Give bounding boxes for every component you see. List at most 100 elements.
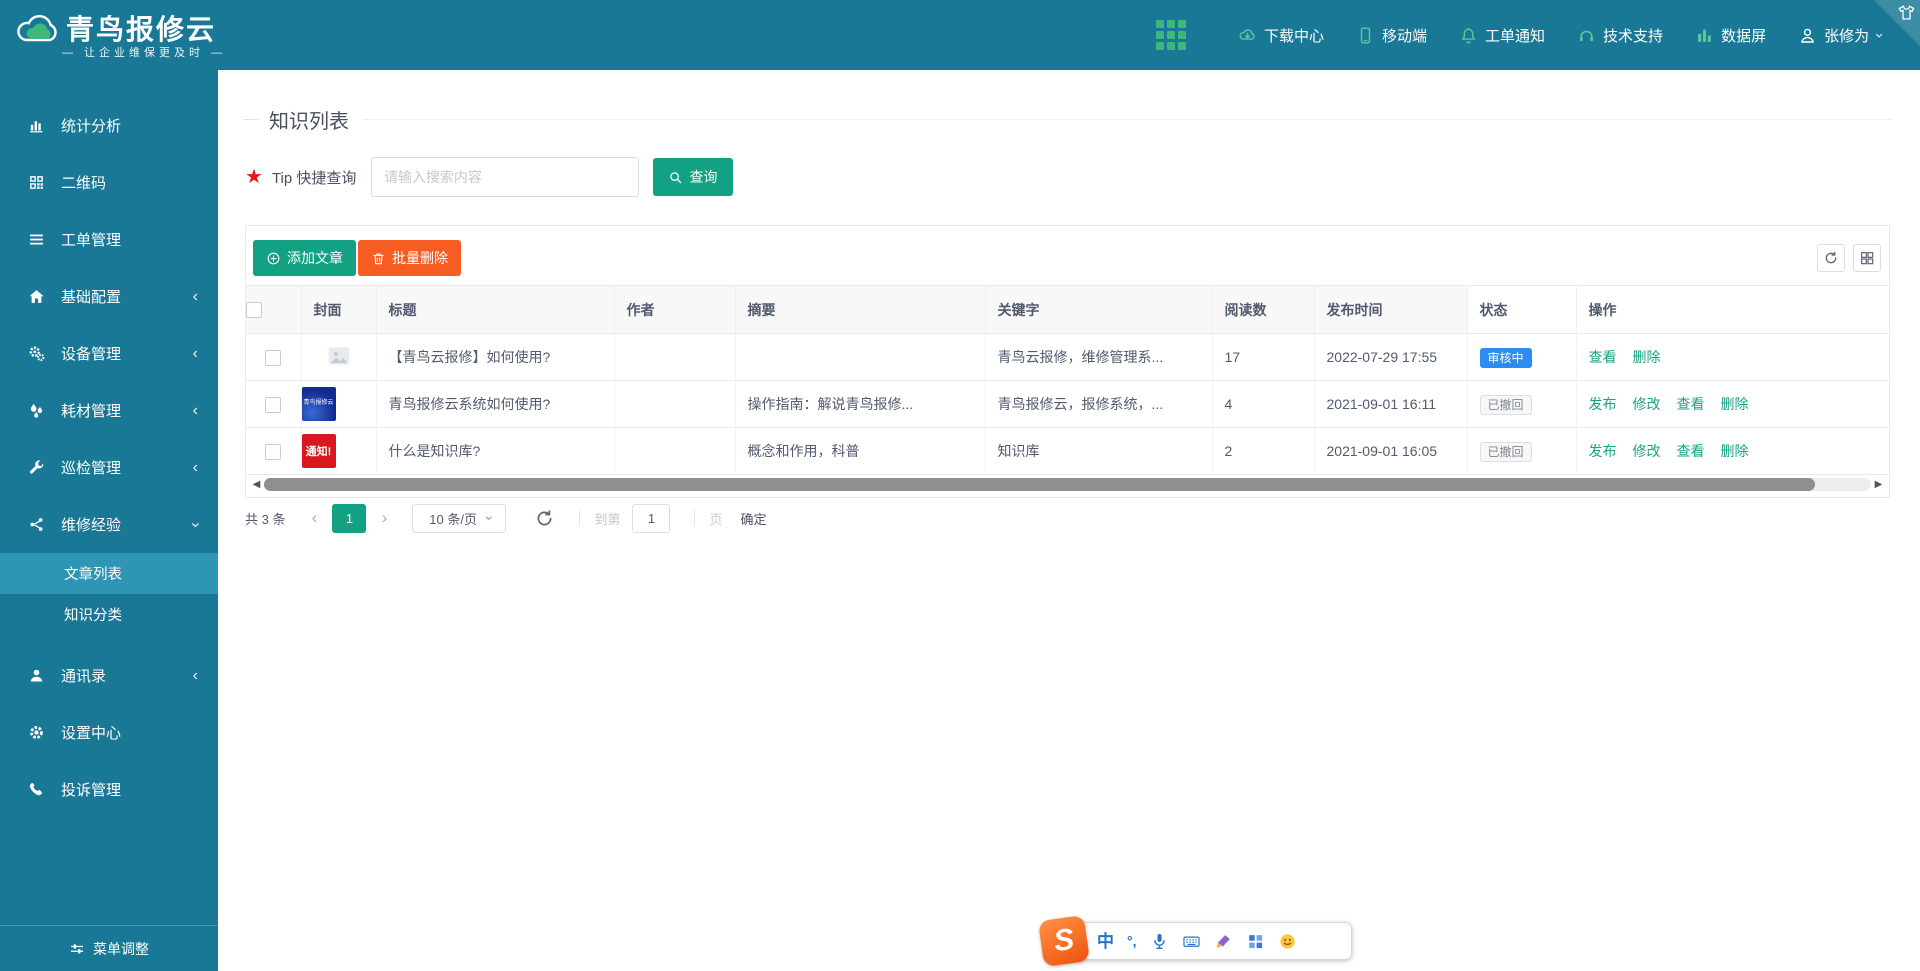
sidebar-item[interactable]: 基础配置 ‹ bbox=[0, 268, 218, 325]
app-logo-title: 青鸟报修云 bbox=[66, 8, 216, 48]
publish-time: 2021-09-01 16:11 bbox=[1314, 381, 1467, 428]
theme-shirt-icon[interactable] bbox=[1897, 3, 1916, 22]
chevron-left-icon: ‹ bbox=[193, 289, 198, 305]
action-link-查看[interactable]: 查看 bbox=[1677, 396, 1705, 412]
action-link-查看[interactable]: 查看 bbox=[1589, 349, 1617, 365]
sidebar-item[interactable]: 维修经验‹ bbox=[0, 496, 218, 553]
chevron-left-icon: ‹ bbox=[193, 346, 198, 362]
sidebar-subitem[interactable]: 文章列表 bbox=[0, 553, 218, 594]
batch-delete-button[interactable]: 批量删除 bbox=[358, 240, 461, 276]
sogou-logo-icon[interactable]: S bbox=[1038, 915, 1090, 967]
header-nav: 下载中心 移动端 工单通知 技术支持 数据屏 张修为‹ bbox=[1238, 0, 1881, 70]
scrollbar-track[interactable] bbox=[264, 478, 1871, 491]
select-all-checkbox[interactable] bbox=[246, 302, 262, 318]
title-divider bbox=[363, 119, 1892, 120]
table-row: 青鸟报修云青鸟报修云系统如何使用?操作指南：解说青鸟报修...青鸟报修云，报修系… bbox=[246, 381, 1889, 428]
scroll-left-arrow[interactable]: ◀ bbox=[249, 479, 264, 490]
column-header: 封面 bbox=[301, 286, 376, 334]
sidebar-item-label: 工单管理 bbox=[61, 229, 121, 250]
action-link-删除[interactable]: 删除 bbox=[1633, 349, 1661, 365]
toolbox-grid-icon[interactable] bbox=[1246, 932, 1265, 951]
microphone-icon[interactable] bbox=[1150, 932, 1169, 951]
ime-toolbar: S 中 °, bbox=[1048, 922, 1352, 960]
column-header: 关键字 bbox=[985, 286, 1212, 334]
goto-confirm-button[interactable]: 确定 bbox=[741, 509, 767, 528]
sidebar-item-label: 维修经验 bbox=[61, 514, 121, 535]
nav-item-2[interactable]: 移动端 bbox=[1356, 25, 1427, 46]
sidebar-item-label: 通讯录 bbox=[61, 665, 106, 686]
next-page-button[interactable]: › bbox=[371, 508, 397, 528]
table-refresh-button[interactable] bbox=[1817, 244, 1845, 272]
sidebar-item[interactable]: 二维码 bbox=[0, 154, 218, 211]
sidebar-item[interactable]: 设置中心 bbox=[0, 704, 218, 761]
row-checkbox[interactable] bbox=[265, 350, 281, 366]
sidebar-item-label: 基础配置 bbox=[61, 286, 121, 307]
sidebar-item[interactable]: 投诉管理 bbox=[0, 761, 218, 818]
gears-icon bbox=[28, 345, 45, 362]
row-checkbox[interactable] bbox=[265, 444, 281, 460]
sidebar-item[interactable]: 设备管理 ‹ bbox=[0, 325, 218, 382]
nav-item-label: 技术支持 bbox=[1603, 25, 1663, 46]
add-article-button[interactable]: 添加文章 bbox=[253, 240, 356, 276]
search-input[interactable] bbox=[371, 157, 639, 197]
nav-item-4[interactable]: 技术支持 bbox=[1577, 25, 1663, 46]
goto-page-input[interactable] bbox=[632, 504, 670, 533]
sliders-icon bbox=[69, 941, 85, 957]
current-page-button[interactable]: 1 bbox=[332, 504, 366, 533]
article-cover-thumbnail: 通知! bbox=[302, 434, 336, 468]
action-link-修改[interactable]: 修改 bbox=[1633, 443, 1661, 459]
keyboard-icon[interactable] bbox=[1182, 932, 1201, 951]
sidebar-subitem[interactable]: 知识分类 bbox=[0, 594, 218, 635]
sidebar-item-label: 设备管理 bbox=[61, 343, 121, 364]
sidebar-footer-label: 菜单调整 bbox=[93, 939, 149, 959]
sidebar-item[interactable]: 巡检管理‹ bbox=[0, 439, 218, 496]
emoji-icon[interactable] bbox=[1278, 932, 1297, 951]
scrollbar-thumb[interactable] bbox=[264, 478, 1815, 491]
share-icon bbox=[28, 516, 45, 533]
prev-page-button[interactable]: ‹ bbox=[301, 508, 327, 528]
nav-item-label: 工单通知 bbox=[1485, 25, 1545, 46]
table-header-row: 封面标题作者摘要关键字阅读数发布时间状态操作 bbox=[246, 286, 1889, 334]
data-screen-icon bbox=[1695, 26, 1714, 45]
article-title: 【青鸟云报修】如何使用? bbox=[376, 334, 614, 381]
nav-item-label: 数据屏 bbox=[1721, 25, 1766, 46]
page-title: 知识列表 bbox=[269, 105, 349, 134]
row-checkbox[interactable] bbox=[265, 397, 281, 413]
horizontal-scrollbar: ◀ ▶ bbox=[249, 477, 1886, 492]
article-summary: 操作指南：解说青鸟报修... bbox=[735, 381, 985, 428]
chevron-left-icon: ‹ bbox=[193, 403, 198, 419]
sidebar-item[interactable]: 耗材管理 ‹ bbox=[0, 382, 218, 439]
apps-grid-icon[interactable] bbox=[1156, 20, 1186, 50]
skin-brush-icon[interactable] bbox=[1214, 932, 1233, 951]
nav-item-3[interactable]: 工单通知 bbox=[1459, 25, 1545, 46]
scroll-right-arrow[interactable]: ▶ bbox=[1871, 479, 1886, 490]
sidebar-item[interactable]: 统计分析 bbox=[0, 97, 218, 154]
nav-item-6[interactable]: 张修为‹ bbox=[1798, 25, 1881, 46]
action-link-删除[interactable]: 删除 bbox=[1721, 443, 1749, 459]
action-link-修改[interactable]: 修改 bbox=[1633, 396, 1661, 412]
sidebar-item[interactable]: 通讯录‹ bbox=[0, 647, 218, 704]
nav-item-5[interactable]: 数据屏 bbox=[1695, 25, 1766, 46]
search-button[interactable]: 查询 bbox=[653, 158, 733, 196]
article-keywords: 青鸟云报修，维修管理系... bbox=[985, 334, 1212, 381]
nav-item-1[interactable]: 下载中心 bbox=[1238, 25, 1324, 46]
sidebar-item-label: 耗材管理 bbox=[61, 400, 121, 421]
ime-language-mode[interactable]: 中 bbox=[1097, 933, 1114, 950]
action-link-发布[interactable]: 发布 bbox=[1589, 396, 1617, 412]
nav-item-label: 张修为 bbox=[1824, 25, 1869, 46]
sidebar-item[interactable]: 工单管理 bbox=[0, 211, 218, 268]
pagination-refresh-icon[interactable] bbox=[534, 508, 555, 529]
article-title: 青鸟报修云系统如何使用? bbox=[376, 381, 614, 428]
page-size-select[interactable]: 10 条/页 ‹ bbox=[412, 504, 506, 533]
page-unit-label: 页 bbox=[709, 509, 722, 528]
table-columns-button[interactable] bbox=[1853, 244, 1881, 272]
action-link-删除[interactable]: 删除 bbox=[1721, 396, 1749, 412]
chevron-down-icon: ‹ bbox=[480, 516, 494, 521]
action-link-查看[interactable]: 查看 bbox=[1677, 443, 1705, 459]
gear-icon bbox=[28, 724, 45, 741]
ime-punctuation-toggle[interactable]: °, bbox=[1127, 934, 1137, 948]
action-link-发布[interactable]: 发布 bbox=[1589, 443, 1617, 459]
articles-table: 封面标题作者摘要关键字阅读数发布时间状态操作 【青鸟云报修】如何使用? 青鸟云报修… bbox=[246, 285, 1889, 475]
sidebar-menu-adjust[interactable]: 菜单调整 bbox=[0, 925, 218, 971]
table-row: 通知!什么是知识库?概念和作用，科普知识库22021-09-01 16:05已撤… bbox=[246, 428, 1889, 475]
